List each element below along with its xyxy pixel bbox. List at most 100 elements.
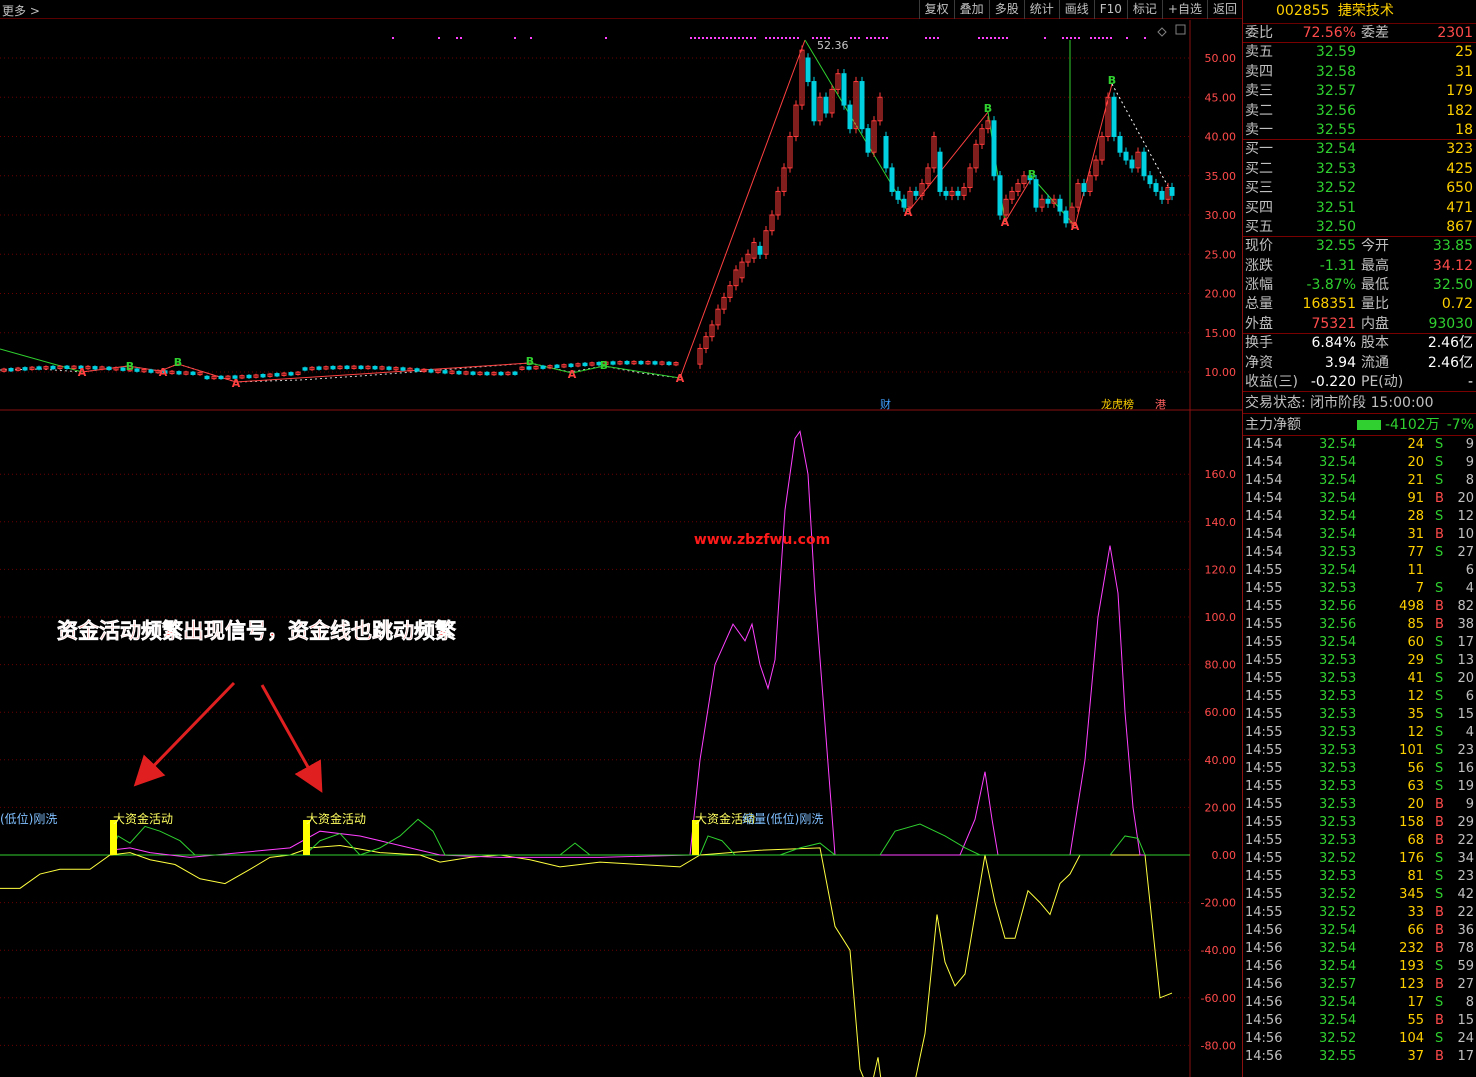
tick-v: 31	[1407, 527, 1424, 543]
ask-row[interactable]: 卖二 32.56 182	[1243, 102, 1476, 121]
candle-body	[1147, 175, 1153, 185]
candle-body	[1057, 198, 1063, 212]
candle-body	[148, 369, 154, 373]
stat-row: 收益(三) -0.220 PE(动) -	[1243, 373, 1476, 393]
tick-p: 32.54	[1319, 995, 1357, 1011]
stock-header: 002855 捷荣技术	[1243, 0, 1476, 24]
tick-p: 32.54	[1319, 491, 1357, 507]
tick-p: 32.53	[1319, 815, 1357, 831]
bid-row[interactable]: 买四 32.51 471	[1243, 199, 1476, 218]
signal-dot	[878, 37, 880, 39]
toolbar-button[interactable]: 叠加	[953, 0, 989, 19]
ab-marker: A	[1071, 220, 1080, 233]
signal-dot	[1066, 37, 1068, 39]
indicator-tick-label: 20.00	[1205, 801, 1237, 814]
candle-body	[582, 362, 588, 367]
toolbar-button[interactable]: +自选	[1161, 0, 1207, 19]
tick-p: 32.56	[1319, 617, 1357, 633]
tick-row: 14:56 32.54 193 S 59	[1243, 958, 1476, 976]
toolbar-button[interactable]: 返回	[1206, 0, 1242, 19]
tick-v: 123	[1399, 977, 1424, 993]
weicha-value: 2301	[1437, 25, 1473, 41]
tick-list[interactable]: 14:54 32.54 24 S 9 14:54 32.54 20 S 9 14:54 32.54 21…	[1243, 436, 1476, 1066]
signal-dot	[937, 37, 939, 39]
main-flow-row[interactable]: 主力净额 -4102万 -7%	[1243, 414, 1476, 437]
window-icon[interactable]	[1175, 24, 1186, 35]
candle-body	[847, 104, 853, 130]
tick-bs: S	[1435, 653, 1444, 669]
tick-t: 14:55	[1245, 851, 1283, 867]
tick-t: 14:55	[1245, 617, 1283, 633]
tick-v: 12	[1407, 689, 1424, 705]
signal-dot	[886, 37, 888, 39]
tick-row: 14:55 32.53 101 S 23	[1243, 742, 1476, 760]
tick-p: 32.54	[1319, 527, 1357, 543]
ask-row[interactable]: 卖四 32.58 31	[1243, 63, 1476, 82]
more-menu[interactable]: 更多 >	[2, 2, 40, 19]
candle-body	[106, 366, 112, 371]
tick-v: 158	[1399, 815, 1424, 831]
tick-n: 22	[1457, 833, 1474, 849]
tick-t: 14:55	[1245, 743, 1283, 759]
signal-dot	[797, 37, 799, 39]
ask-row[interactable]: 卖三 32.57 179	[1243, 82, 1476, 101]
tick-n: 38	[1457, 617, 1474, 633]
candle-body	[568, 363, 574, 368]
candle-body	[859, 81, 865, 130]
signal-dot	[781, 37, 783, 39]
signal-dot	[870, 37, 872, 39]
bid-row[interactable]: 买五 32.50 867	[1243, 218, 1476, 238]
signal-dot	[1006, 37, 1008, 39]
signal-dot	[706, 37, 708, 39]
candle-body	[456, 370, 462, 375]
tick-n: 12	[1457, 509, 1474, 525]
ask-row[interactable]: 卖一 32.55 18	[1243, 121, 1476, 141]
tick-p: 32.53	[1319, 653, 1357, 669]
stock-name: 捷荣技术	[1337, 3, 1394, 19]
signal-dot	[514, 37, 516, 39]
tick-p: 32.53	[1319, 833, 1357, 849]
tick-v: 81	[1407, 869, 1424, 885]
signal-dot	[710, 37, 712, 39]
toolbar-button[interactable]: 画线	[1058, 0, 1094, 19]
tick-row: 14:54 32.54 31 B 10	[1243, 526, 1476, 544]
signal-dot	[1078, 37, 1080, 39]
stat-row: 净资 3.94 流通 2.46亿	[1245, 354, 1473, 371]
bid-list: 买一 32.54 323 买二 32.53 425 买三 32.52 650 买四 32.51…	[1243, 140, 1476, 238]
tick-v: 21	[1407, 473, 1424, 489]
diamond-icon[interactable]	[1157, 27, 1167, 37]
tick-p: 32.54	[1319, 473, 1357, 489]
signal-dot	[722, 37, 724, 39]
toolbar-button[interactable]: 标记	[1126, 0, 1162, 19]
tick-t: 14:55	[1245, 671, 1283, 687]
candle-body	[889, 167, 895, 192]
tick-row: 14:56 32.57 123 B 27	[1243, 976, 1476, 994]
price-tick-label: 10.00	[1205, 366, 1237, 379]
ask-row[interactable]: 卖五 32.59 25	[1243, 43, 1476, 62]
signal-dot	[990, 37, 992, 39]
tick-bs: S	[1435, 473, 1444, 489]
candle-body	[484, 371, 490, 376]
bid-row[interactable]: 买一 32.54 323	[1243, 140, 1476, 159]
indicator-tick-label: 60.00	[1205, 706, 1237, 719]
signal-label-1: 大资金活动	[113, 811, 173, 826]
kline-chart[interactable]: 50.00 45.00 40.00 35.00 30.00 25.00 20.00 15.00…	[0, 20, 1242, 1077]
toolbar-button[interactable]: 多股	[988, 0, 1024, 19]
candle-body	[386, 366, 392, 370]
weibi-label: 委比	[1245, 25, 1273, 41]
toolbar-button[interactable]: F10	[1093, 0, 1127, 19]
bid-row[interactable]: 买二 32.53 425	[1243, 160, 1476, 179]
tick-p: 32.54	[1319, 941, 1357, 957]
toolbar-button[interactable]: 复权	[918, 0, 954, 19]
annotation-text: 资金活动频繁出现信号，资金线也跳动频繁	[57, 619, 457, 643]
indicator-tick-label: 80.00	[1205, 659, 1237, 672]
marker-cai[interactable]: 财	[880, 397, 891, 411]
signal-dot	[730, 37, 732, 39]
bid-row[interactable]: 买三 32.52 650	[1243, 179, 1476, 198]
marker-gang[interactable]: 港	[1155, 398, 1166, 411]
toolbar-button[interactable]: 统计	[1023, 0, 1059, 19]
toolbar: 更多 > 复权 叠加 多股 统计 画线 F10 标记 +自选 返回	[0, 0, 1242, 19]
ab-marker: A	[904, 206, 913, 219]
marker-lhb[interactable]: 龙虎榜	[1101, 397, 1134, 411]
price-tick-label: 15.00	[1205, 327, 1237, 340]
